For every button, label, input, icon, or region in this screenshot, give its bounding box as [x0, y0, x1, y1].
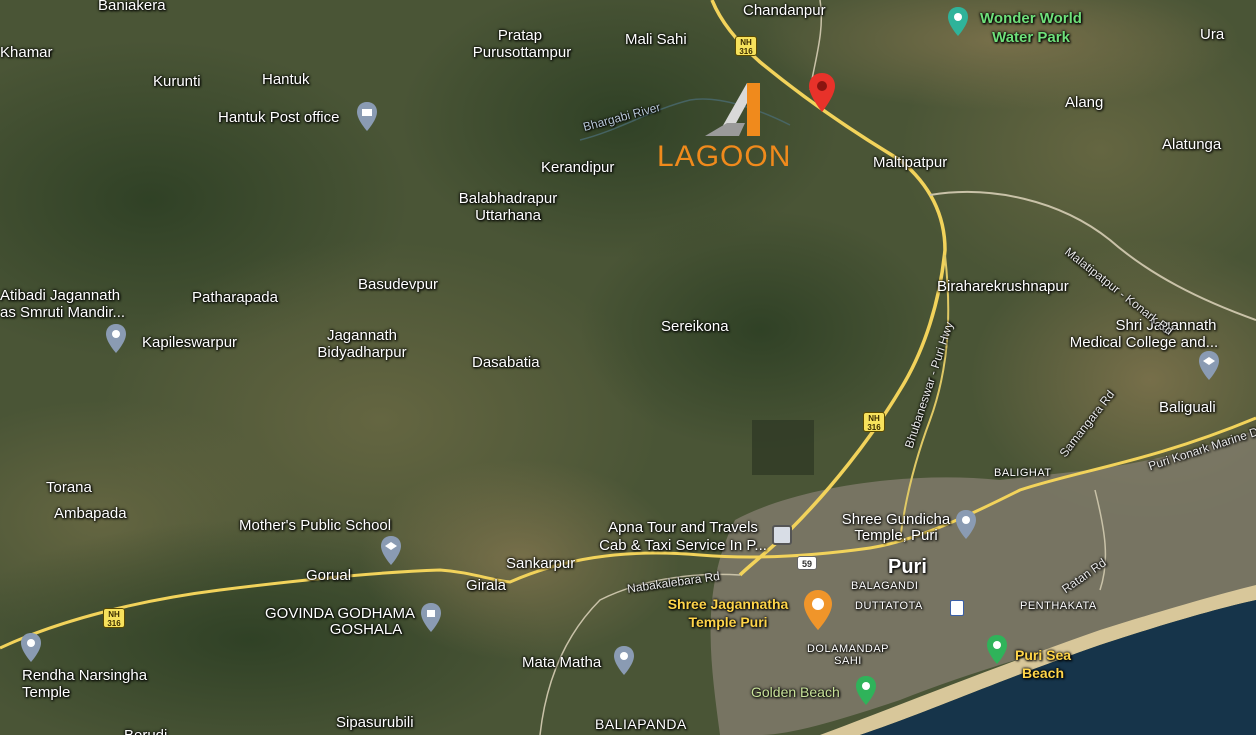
place-label[interactable]: Baniakera: [98, 0, 166, 15]
area-label[interactable]: BALAGANDI: [851, 580, 918, 593]
poi-label-sea-beach[interactable]: Beach: [1022, 665, 1064, 682]
lagoon-logo-text: LAGOON: [657, 140, 792, 173]
golden-beach-pin-icon[interactable]: [855, 675, 877, 707]
place-label[interactable]: Chandanpur: [743, 2, 826, 20]
place-label[interactable]: as Smruti Mandir...: [0, 304, 125, 322]
place-label[interactable]: Alang: [1065, 94, 1103, 112]
poi-label-sea-beach[interactable]: Puri Sea: [1015, 647, 1071, 664]
place-label[interactable]: Bidyadharpur: [317, 344, 406, 362]
city-label-puri[interactable]: Puri: [888, 556, 927, 578]
place-label[interactable]: Berudi: [124, 727, 167, 735]
transit-icon[interactable]: [950, 600, 964, 616]
poi-label-water-park[interactable]: Wonder World: [980, 10, 1082, 28]
place-label[interactable]: Dasabatia: [472, 354, 540, 372]
place-label[interactable]: Purusottampur: [473, 44, 571, 62]
place-label[interactable]: Khamar: [0, 44, 53, 62]
route-59-shield: 59: [797, 556, 817, 570]
poi-label-jagannatha-temple[interactable]: Temple Puri: [688, 614, 767, 631]
place-label[interactable]: Kapileswarpur: [142, 334, 237, 352]
place-label[interactable]: Rendha Narsingha: [22, 667, 147, 685]
place-label[interactable]: Patharapada: [192, 289, 278, 307]
place-label[interactable]: GOSHALA: [330, 621, 403, 639]
place-label[interactable]: Ambapada: [54, 505, 127, 523]
nh316-shield: NH 316: [735, 36, 757, 56]
gundicha-temple-pin-icon[interactable]: [955, 509, 977, 541]
beach-pin-icon[interactable]: [986, 634, 1008, 666]
place-label[interactable]: Baliguali: [1159, 399, 1216, 417]
place-label[interactable]: Atibadi Jagannath: [0, 287, 120, 305]
nh316-shield: NH 316: [103, 608, 125, 628]
place-label[interactable]: Golden Beach: [751, 683, 840, 701]
place-label[interactable]: Basudevpur: [358, 276, 438, 294]
taxi-service-icon[interactable]: [772, 525, 792, 545]
water-park-pin-icon[interactable]: [947, 6, 969, 38]
place-label[interactable]: Sankarpur: [506, 555, 575, 573]
place-label[interactable]: Cab & Taxi Service In P...: [599, 537, 767, 555]
poi-label-water-park[interactable]: Water Park: [992, 29, 1070, 47]
place-label[interactable]: Mali Sahi: [625, 31, 687, 49]
place-label[interactable]: Alatunga: [1162, 136, 1221, 154]
jagannatha-temple-pin-icon[interactable]: [803, 589, 833, 631]
place-label[interactable]: Jagannath: [327, 327, 397, 345]
poi-label-jagannatha-temple[interactable]: Shree Jagannatha: [668, 596, 789, 613]
post-office-pin-icon[interactable]: [356, 101, 378, 133]
place-label[interactable]: Mata Matha: [522, 654, 601, 672]
college-pin-icon[interactable]: [1198, 350, 1220, 382]
place-label[interactable]: Kerandipur: [541, 159, 614, 177]
place-label[interactable]: Temple, Puri: [854, 527, 937, 545]
place-label[interactable]: Medical College and...: [1070, 334, 1218, 352]
place-label[interactable]: Sipasurubili: [336, 714, 414, 732]
place-label[interactable]: Hantuk: [262, 71, 310, 89]
goshala-pin-icon[interactable]: [420, 602, 442, 634]
place-label[interactable]: Biraharekrushnapur: [937, 278, 1069, 296]
satellite-map[interactable]: LAGOON NH 316 NH 316 NH 316 59 Baniakera Kh…: [0, 0, 1256, 735]
place-label[interactable]: Torana: [46, 479, 92, 497]
place-label[interactable]: Apna Tour and Travels: [608, 519, 758, 537]
area-label[interactable]: PENTHAKATA: [1020, 600, 1097, 613]
place-label[interactable]: Ura: [1200, 26, 1224, 44]
place-label[interactable]: Maltipatpur: [873, 154, 947, 172]
school-pin-icon[interactable]: [380, 535, 402, 567]
mata-matha-pin-icon[interactable]: [613, 645, 635, 677]
lagoon-logo: LAGOON: [657, 78, 807, 178]
nh316-shield: NH 316: [863, 412, 885, 432]
location-marker-icon[interactable]: [808, 72, 836, 114]
place-label[interactable]: Sereikona: [661, 318, 729, 336]
area-label[interactable]: SAHI: [834, 655, 862, 668]
place-label[interactable]: Gorual: [306, 567, 351, 585]
place-label[interactable]: Temple: [22, 684, 70, 702]
temple-pin-icon[interactable]: [105, 323, 127, 355]
rendha-temple-pin-icon[interactable]: [20, 632, 42, 664]
area-label[interactable]: BALIAPANDA: [595, 717, 687, 731]
area-label[interactable]: DUTTATOTA: [855, 600, 923, 613]
place-label[interactable]: Hantuk Post office: [218, 109, 339, 127]
area-label[interactable]: BALIGHAT: [994, 467, 1052, 480]
place-label[interactable]: Pratap: [498, 27, 542, 45]
place-label[interactable]: Mother's Public School: [239, 517, 391, 535]
place-label[interactable]: Girala: [466, 577, 506, 595]
place-label[interactable]: Balabhadrapur: [459, 190, 557, 208]
place-label[interactable]: Kurunti: [153, 73, 201, 91]
place-label[interactable]: Uttarhana: [475, 207, 541, 225]
